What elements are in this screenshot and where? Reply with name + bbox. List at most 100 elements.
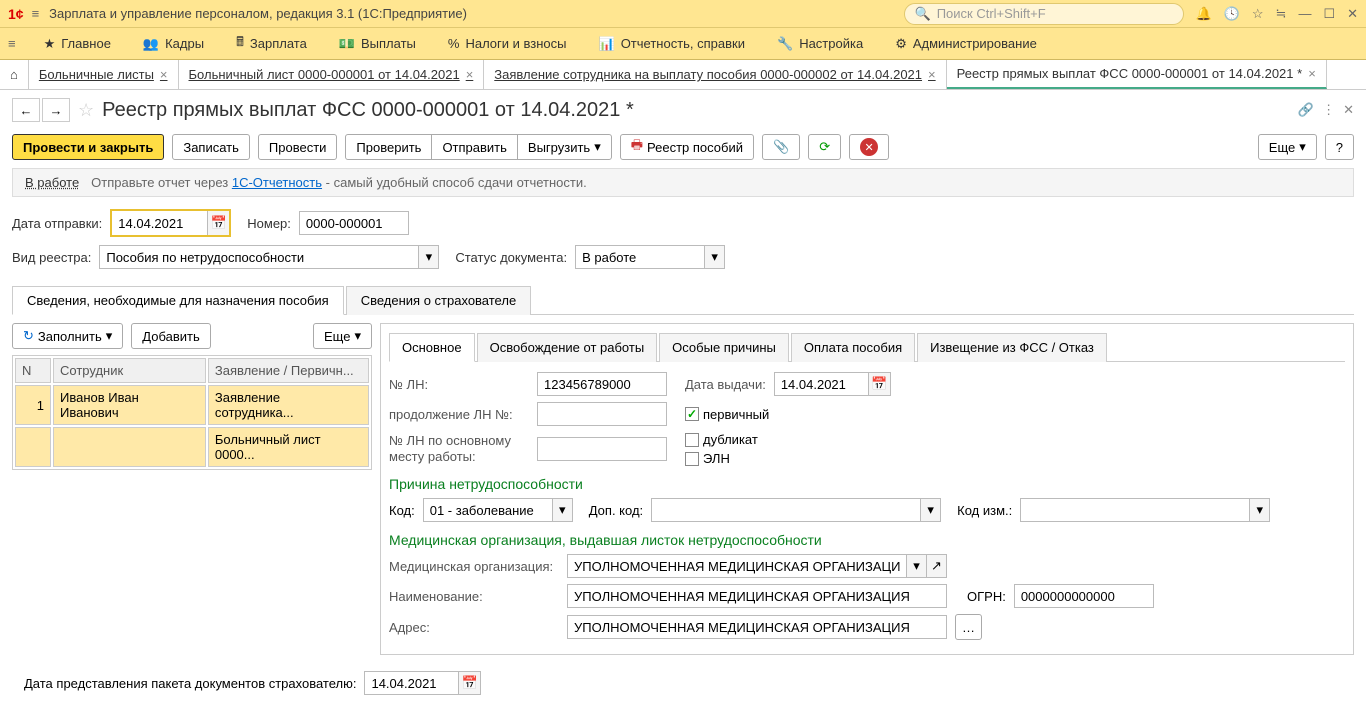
main-workplace-input[interactable] [537, 437, 667, 461]
eln-checkbox[interactable]: ЭЛН [685, 451, 758, 466]
ln-no-input[interactable] [537, 372, 667, 396]
docs-date-label: Дата представления пакета документов стр… [24, 676, 356, 691]
menu-admin[interactable]: ⚙Администрирование [881, 32, 1051, 56]
continuation-input[interactable] [537, 402, 667, 426]
chevron-down-icon[interactable]: ▾ [1250, 498, 1270, 522]
chevron-down-icon[interactable]: ▾ [553, 498, 573, 522]
address-dialog-button[interactable]: … [955, 614, 982, 640]
add-code-select[interactable]: ▾ [651, 498, 941, 522]
tab-sicklists[interactable]: Больничные листы× [29, 60, 179, 89]
duplicate-checkbox[interactable]: дубликат [685, 432, 758, 447]
export-button[interactable]: Выгрузить ▾ [517, 134, 612, 160]
calendar-icon[interactable]: 📅 [459, 671, 481, 695]
close-icon[interactable]: × [160, 67, 168, 82]
chevron-down-icon[interactable]: ▾ [705, 245, 725, 269]
sub-tab-info[interactable]: Сведения, необходимые для назначения пос… [12, 286, 344, 315]
detail-tab-main[interactable]: Основное [389, 333, 475, 362]
send-button[interactable]: Отправить [431, 134, 517, 160]
open-icon[interactable]: ↗ [927, 554, 947, 578]
burger-icon[interactable]: ≡ [32, 6, 40, 21]
nav-back-button[interactable]: ← [12, 98, 40, 122]
chevron-down-icon[interactable]: ▾ [907, 554, 927, 578]
issue-date-input[interactable]: 📅 [774, 372, 891, 396]
delete-button[interactable]: ✕ [849, 134, 889, 160]
med-org-select[interactable]: ▾ ↗ [567, 554, 947, 578]
nav-forward-button[interactable]: → [42, 98, 70, 122]
link-icon[interactable]: 🔗 [1298, 102, 1314, 118]
tab-registry[interactable]: Реестр прямых выплат ФСС 0000-000001 от … [947, 60, 1327, 89]
table-row[interactable]: 1 Иванов Иван Иванович Заявление сотрудн… [15, 385, 369, 425]
number-input[interactable] [299, 211, 409, 235]
menu-main[interactable]: ★Главное [30, 32, 125, 56]
detail-tab-release[interactable]: Освобождение от работы [477, 333, 658, 362]
tab-home[interactable]: ⌂ [0, 60, 29, 89]
col-employee[interactable]: Сотрудник [53, 358, 206, 383]
checkbox-icon [685, 433, 699, 447]
favorite-star-icon[interactable]: ☆ [78, 100, 94, 121]
detail-tab-notice[interactable]: Извещение из ФСС / Отказ [917, 333, 1107, 362]
chevron-down-icon: ▾ [106, 328, 113, 344]
post-button[interactable]: Провести [258, 134, 338, 160]
tab-application[interactable]: Заявление сотрудника на выплату пособия … [484, 60, 946, 89]
left-more-button[interactable]: Еще ▾ [313, 323, 372, 349]
menu-personnel[interactable]: 👥Кадры [129, 32, 218, 56]
menu-payments[interactable]: 💵Выплаты [325, 32, 430, 56]
date-input[interactable]: 📅 [110, 209, 231, 237]
close-icon[interactable]: ✕ [1347, 6, 1358, 22]
col-n[interactable]: N [15, 358, 51, 383]
table-row[interactable]: Больничный лист 0000... [15, 427, 369, 467]
minimize-icon[interactable]: — [1298, 6, 1311, 22]
sub-tab-insurer[interactable]: Сведения о страхователе [346, 286, 531, 315]
menu-burger-icon[interactable]: ≡ [8, 36, 16, 51]
attach-button[interactable]: 📎 [762, 134, 800, 160]
change-code-select[interactable]: ▾ [1020, 498, 1270, 522]
menu-settings[interactable]: 🔧Настройка [763, 32, 877, 56]
detail-tab-payment[interactable]: Оплата пособия [791, 333, 915, 362]
chevron-down-icon[interactable]: ▾ [419, 245, 439, 269]
calendar-icon[interactable]: 📅 [207, 211, 229, 235]
doc-status-label: Статус документа: [455, 250, 567, 265]
kebab-icon[interactable]: ⋮ [1322, 102, 1335, 118]
reporting-link[interactable]: 1С-Отчетность [232, 175, 322, 190]
add-button[interactable]: Добавить [131, 323, 210, 349]
doc-status-select[interactable]: ▾ [575, 245, 725, 269]
star-icon[interactable]: ☆ [1252, 6, 1264, 22]
name-input[interactable] [567, 584, 947, 608]
code-select[interactable]: ▾ [423, 498, 573, 522]
write-button[interactable]: Записать [172, 134, 250, 160]
post-close-button[interactable]: Провести и закрыть [12, 134, 164, 160]
docs-date-input[interactable]: 📅 [364, 671, 481, 695]
detail-tab-special[interactable]: Особые причины [659, 333, 789, 362]
maximize-icon[interactable]: ☐ [1323, 6, 1335, 22]
check-button[interactable]: Проверить [345, 134, 432, 160]
help-button[interactable]: ? [1325, 134, 1354, 160]
chevron-down-icon[interactable]: ▾ [921, 498, 941, 522]
registry-button[interactable]: 🖶 Реестр пособий [620, 134, 754, 160]
history-icon[interactable]: 🕓 [1224, 6, 1240, 22]
fill-button[interactable]: ↻ Заполнить ▾ [12, 323, 123, 349]
header-fields: Дата отправки: 📅 Номер: Вид реестра: ▾ С… [0, 201, 1366, 285]
menu-salary[interactable]: 🖩Зарплата [222, 29, 321, 59]
tab-sicklist-doc[interactable]: Больничный лист 0000-000001 от 14.04.202… [179, 60, 485, 89]
footer: Дата представления пакета документов стр… [12, 663, 1354, 703]
close-icon[interactable]: × [1308, 66, 1316, 81]
more-button[interactable]: Еще ▾ [1258, 134, 1317, 160]
close-icon[interactable]: × [466, 67, 474, 82]
search-box[interactable]: 🔍 Поиск Ctrl+Shift+F [904, 3, 1184, 25]
bell-icon[interactable]: 🔔 [1196, 6, 1212, 22]
col-doc[interactable]: Заявление / Первичн... [208, 358, 369, 383]
state-link[interactable]: В работе [25, 175, 79, 190]
panel-close-icon[interactable]: ✕ [1343, 102, 1354, 118]
filter-icon[interactable]: ≒ [1276, 6, 1287, 22]
ogrn-input[interactable] [1014, 584, 1154, 608]
menu-reports[interactable]: 📊Отчетность, справки [585, 32, 760, 56]
percent-icon: % [448, 36, 460, 51]
calendar-icon[interactable]: 📅 [869, 372, 891, 396]
menu-taxes[interactable]: %Налоги и взносы [434, 32, 581, 55]
address-input[interactable] [567, 615, 947, 639]
refresh-button[interactable]: ⟳ [808, 134, 841, 160]
primary-checkbox[interactable]: первичный [685, 407, 769, 422]
close-icon[interactable]: × [928, 67, 936, 82]
people-icon: 👥 [143, 36, 159, 52]
registry-type-select[interactable]: ▾ [99, 245, 439, 269]
